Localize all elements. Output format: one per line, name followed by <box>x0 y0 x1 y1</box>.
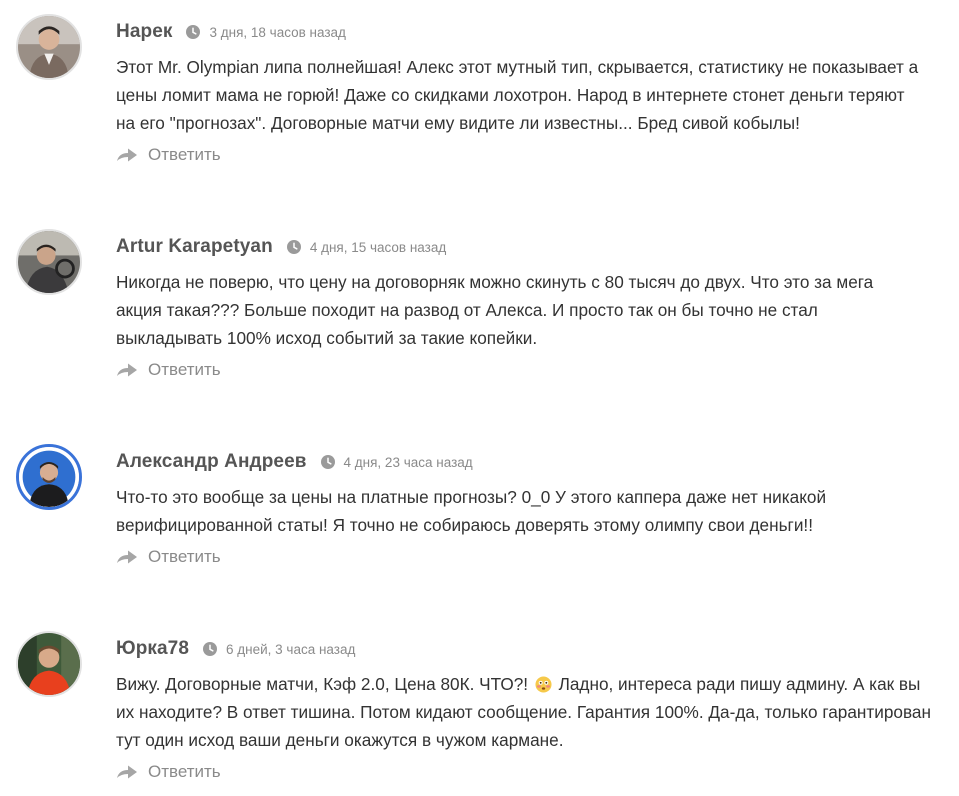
avatar-image <box>19 447 79 507</box>
clock-icon <box>186 25 201 39</box>
comment-time[interactable]: 4 дня, 15 часов назад <box>286 239 447 255</box>
reply-arrow-icon <box>117 363 137 377</box>
avatar[interactable] <box>16 14 82 80</box>
reply-button[interactable]: Ответить <box>116 145 221 165</box>
comment-text-part: Вижу. Договорные матчи, Кэф 2.0, Цена 80… <box>116 674 533 694</box>
reply-button[interactable]: Ответить <box>116 360 221 380</box>
reply-label: Ответить <box>148 547 221 566</box>
reply-label: Ответить <box>148 145 221 164</box>
comment-header: Александр Андреев 4 дня, 23 часа назад <box>116 450 473 474</box>
comment-header: Нарек 3 дня, 18 часов назад <box>116 20 346 44</box>
comment-text: Никогда не поверю, что цену на договорня… <box>116 272 874 348</box>
reply-label: Ответить <box>148 360 221 379</box>
avatar-image <box>18 633 80 695</box>
avatar[interactable] <box>16 229 82 295</box>
comment-text: Что-то это вообще за цены на платные про… <box>116 487 827 535</box>
clock-icon <box>286 240 301 254</box>
comment-time[interactable]: 6 дней, 3 часа назад <box>203 642 355 657</box>
author-name[interactable]: Artur Karapetyan <box>116 236 273 258</box>
comment-text: Вижу. Договорные матчи, Кэф 2.0, Цена 80… <box>116 670 951 754</box>
comment-header: Юрка78 6 дней, 3 часа назад <box>116 637 355 661</box>
author-name[interactable]: Александр Андреев <box>116 451 307 473</box>
time-text: 6 дней, 3 часа назад <box>226 641 356 657</box>
time-text: 4 дня, 15 часов назад <box>309 239 447 255</box>
reply-button[interactable]: Ответить <box>116 547 221 567</box>
avatar-image <box>18 231 80 293</box>
reply-button[interactable]: Ответить <box>116 762 221 782</box>
avatar[interactable] <box>16 631 82 697</box>
author-name[interactable]: Нарек <box>116 21 172 43</box>
comment-text: Этот Mr. Olympian липа полнейшая! Алекс … <box>116 57 919 133</box>
time-text: 4 дня, 23 часа назад <box>343 454 473 470</box>
comment-time[interactable]: 3 дня, 18 часов назад <box>186 24 346 40</box>
reply-arrow-icon <box>117 765 137 779</box>
reply-arrow-icon <box>117 148 137 162</box>
author-name[interactable]: Юрка78 <box>116 638 189 660</box>
clock-icon <box>203 642 218 656</box>
reply-label: Ответить <box>148 762 221 781</box>
comment-header: Artur Karapetyan 4 дня, 15 часов назад <box>116 235 446 259</box>
flushed-face-emoji-icon <box>535 676 552 693</box>
time-text: 3 дня, 18 часов назад <box>209 24 346 40</box>
avatar[interactable] <box>16 444 82 510</box>
clock-icon <box>320 455 335 469</box>
avatar-image <box>18 16 80 78</box>
comment-time[interactable]: 4 дня, 23 часа назад <box>320 454 473 470</box>
reply-arrow-icon <box>117 550 137 564</box>
